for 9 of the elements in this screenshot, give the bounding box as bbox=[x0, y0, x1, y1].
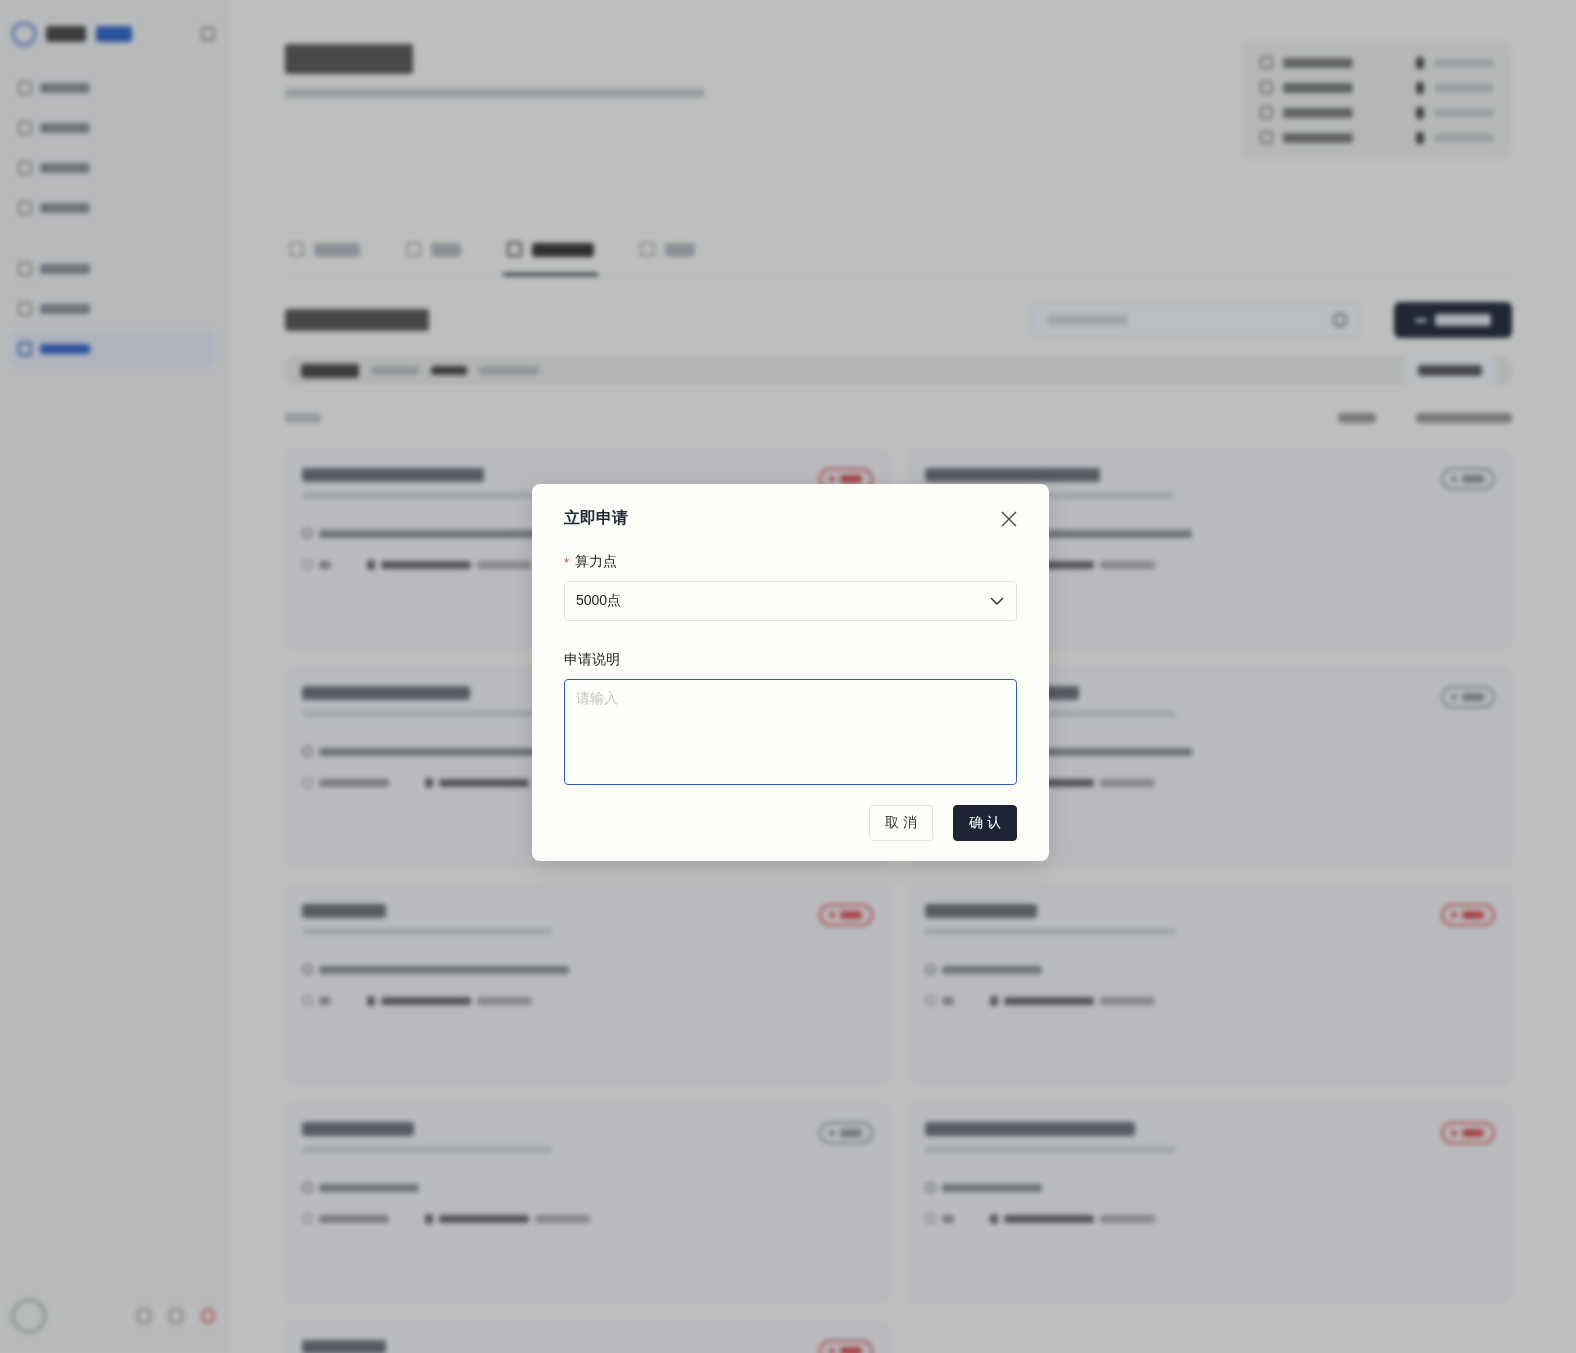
dialog-title: 立即申请 bbox=[564, 508, 628, 528]
close-button[interactable] bbox=[1001, 510, 1017, 527]
points-select[interactable]: 5000点 bbox=[564, 581, 1017, 621]
cancel-button[interactable]: 取 消 bbox=[869, 805, 933, 841]
confirm-button[interactable]: 确 认 bbox=[953, 805, 1017, 841]
required-mark: * bbox=[564, 554, 570, 570]
field-label: 申请说明 bbox=[564, 651, 620, 669]
chevron-down-icon bbox=[989, 596, 1005, 606]
field-label: 算力点 bbox=[575, 553, 618, 571]
